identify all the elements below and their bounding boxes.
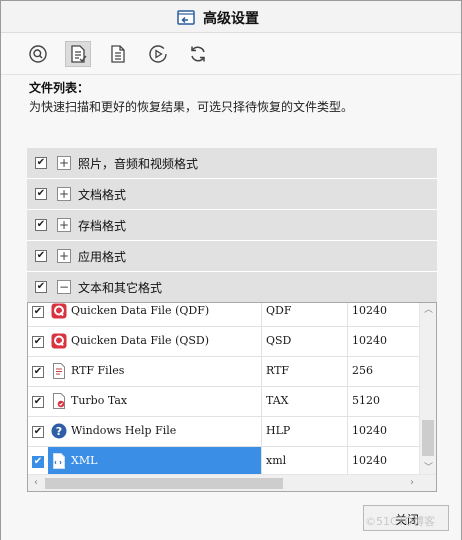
file-extension: QSD bbox=[262, 327, 348, 356]
file-list-title: 文件列表： bbox=[29, 81, 90, 95]
category-checkbox[interactable]: ✔ bbox=[35, 157, 47, 169]
file-list-description: 为快速扫描和更好的恢复结果，可选只择待恢复的文件类型。 bbox=[29, 100, 354, 114]
file-type-name: RTF Files bbox=[71, 364, 125, 377]
quicken-icon bbox=[51, 333, 67, 349]
file-type-name: Quicken Data File (QSD) bbox=[71, 334, 210, 347]
category-row-documents[interactable]: ✔ + 文档格式 bbox=[27, 179, 437, 210]
horizontal-scrollbar[interactable]: ‹ › bbox=[28, 474, 436, 491]
category-checkbox[interactable]: ✔ bbox=[35, 188, 47, 200]
collapse-minus-icon[interactable]: − bbox=[57, 280, 71, 294]
category-label: 存档格式 bbox=[78, 219, 127, 233]
svg-text:?: ? bbox=[56, 425, 62, 438]
category-row-photo-audio-video[interactable]: ✔ + 照片，音频和视频格式 bbox=[27, 148, 437, 179]
settings-content: 文件列表： 为快速扫描和更好的恢复结果，可选只择待恢复的文件类型。 ✔ + 照片… bbox=[1, 75, 461, 540]
window-title: 高级设置 bbox=[203, 11, 259, 27]
category-label: 应用格式 bbox=[78, 250, 127, 264]
file-type-name: XML bbox=[71, 454, 98, 467]
category-list: ✔ + 照片，音频和视频格式 ✔ + 文档格式 ✔ + 存档格式 ✔ + 应用格… bbox=[27, 148, 437, 303]
expand-plus-icon[interactable]: + bbox=[57, 249, 71, 263]
category-row-applications[interactable]: ✔ + 应用格式 bbox=[27, 241, 437, 272]
category-label: 文档格式 bbox=[78, 188, 127, 202]
toolbar-file-list-button[interactable] bbox=[65, 41, 91, 67]
table-row[interactable]: ✔ Quicken Data File (QSD) QSD 10240 bbox=[28, 327, 420, 357]
file-extension: TAX bbox=[262, 387, 348, 416]
toolbar bbox=[1, 33, 461, 75]
scroll-left-icon[interactable]: ‹ bbox=[28, 475, 44, 491]
category-row-text-other[interactable]: ✔ − 文本和其它格式 bbox=[27, 272, 437, 303]
file-type-table: ✔ Quicken Data File (QDF) QDF 10240 ✔ Qu… bbox=[27, 302, 437, 492]
file-size: 256 bbox=[352, 364, 373, 377]
toolbar-search-button[interactable] bbox=[25, 41, 51, 67]
vertical-scrollbar[interactable]: ︿ ﹀ bbox=[419, 303, 436, 475]
expand-plus-icon[interactable]: + bbox=[57, 187, 71, 201]
quicken-icon bbox=[51, 303, 67, 319]
row-checkbox[interactable]: ✔ bbox=[32, 396, 44, 408]
rtf-file-icon bbox=[53, 363, 65, 379]
table-row-selected[interactable]: ✔ XML xml 10240 bbox=[28, 447, 420, 477]
row-checkbox[interactable]: ✔ bbox=[32, 366, 44, 378]
turbotax-icon bbox=[53, 393, 65, 409]
help-icon: ? bbox=[51, 423, 67, 439]
scroll-down-icon[interactable]: ﹀ bbox=[420, 461, 436, 475]
file-type-name-cell: ? Windows Help File bbox=[48, 417, 262, 446]
title-bar: 高级设置 bbox=[1, 1, 461, 33]
table-row[interactable]: ✔ Quicken Data File (QDF) QDF 10240 bbox=[28, 303, 420, 327]
file-extension: HLP bbox=[262, 417, 348, 446]
document-icon bbox=[111, 45, 125, 63]
file-size: 10240 bbox=[352, 454, 387, 467]
vertical-scroll-thumb[interactable] bbox=[422, 420, 434, 456]
category-checkbox[interactable]: ✔ bbox=[35, 219, 47, 231]
scroll-up-icon[interactable]: ︿ bbox=[420, 303, 436, 317]
refresh-icon bbox=[191, 46, 205, 62]
toolbar-refresh-button[interactable] bbox=[185, 41, 211, 67]
table-row[interactable]: ✔ Turbo Tax TAX 5120 bbox=[28, 387, 420, 417]
advanced-settings-window: 高级设置 文件列表： 为快速扫描和更好的恢复结果，可选只择待恢复的文件类型。 ✔… bbox=[0, 0, 462, 540]
toolbar-document-button[interactable] bbox=[105, 41, 131, 67]
file-extension: RTF bbox=[262, 357, 348, 386]
category-label: 照片，音频和视频格式 bbox=[78, 157, 199, 171]
expand-plus-icon[interactable]: + bbox=[57, 156, 71, 170]
file-type-name: Turbo Tax bbox=[71, 394, 128, 407]
xml-file-icon bbox=[53, 453, 65, 469]
file-size: 10240 bbox=[352, 304, 387, 317]
row-checkbox[interactable]: ✔ bbox=[32, 306, 44, 318]
file-type-name-cell: Turbo Tax bbox=[48, 387, 262, 416]
file-size: 5120 bbox=[352, 394, 380, 407]
watermark: ©51CTO博客 bbox=[365, 515, 436, 528]
file-type-name: Quicken Data File (QDF) bbox=[71, 304, 210, 317]
category-checkbox[interactable]: ✔ bbox=[35, 250, 47, 262]
category-label: 文本和其它格式 bbox=[78, 281, 163, 295]
back-folder-icon bbox=[177, 10, 195, 25]
scroll-right-icon[interactable]: › bbox=[404, 475, 420, 491]
horizontal-scroll-thumb[interactable] bbox=[45, 478, 283, 489]
row-checkbox[interactable]: ✔ bbox=[32, 456, 44, 468]
file-type-name-cell: Quicken Data File (QSD) bbox=[48, 327, 262, 356]
file-type-name-cell: XML bbox=[48, 447, 262, 476]
file-extension: xml bbox=[262, 447, 348, 476]
category-row-archives[interactable]: ✔ + 存档格式 bbox=[27, 210, 437, 241]
file-type-name: Windows Help File bbox=[71, 424, 177, 437]
file-size: 10240 bbox=[352, 424, 387, 437]
search-icon bbox=[29, 45, 47, 63]
file-type-name-cell: RTF Files bbox=[48, 357, 262, 386]
table-row[interactable]: ✔ ? Windows Help File HLP 10240 bbox=[28, 417, 420, 447]
row-checkbox[interactable]: ✔ bbox=[32, 426, 44, 438]
file-size: 10240 bbox=[352, 334, 387, 347]
file-type-name-cell: Quicken Data File (QDF) bbox=[48, 303, 262, 326]
row-checkbox[interactable]: ✔ bbox=[32, 336, 44, 348]
toolbar-play-button[interactable] bbox=[145, 41, 171, 67]
table-row[interactable]: ✔ RTF Files RTF 256 bbox=[28, 357, 420, 387]
file-extension: QDF bbox=[262, 303, 348, 326]
file-list-icon bbox=[71, 45, 87, 63]
play-icon bbox=[149, 45, 167, 63]
category-checkbox[interactable]: ✔ bbox=[35, 281, 47, 293]
expand-plus-icon[interactable]: + bbox=[57, 218, 71, 232]
